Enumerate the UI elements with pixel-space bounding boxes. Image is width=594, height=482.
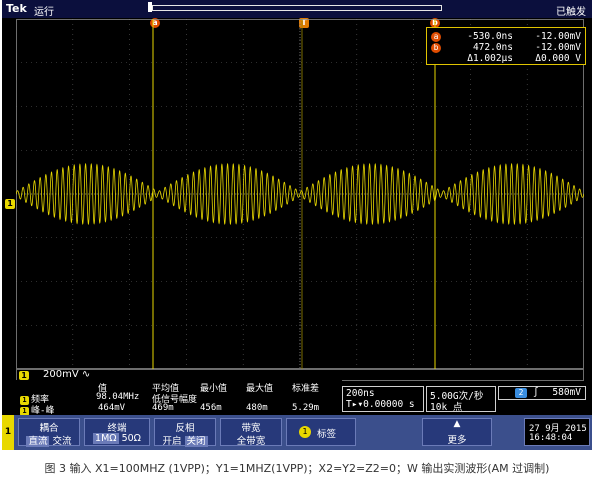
cursor-a-time: -530.0ns	[467, 31, 513, 42]
ch1-badge: 1	[19, 371, 29, 380]
record-view-bar	[152, 5, 442, 11]
invert-button[interactable]: 反相 开启 关闭	[154, 418, 216, 447]
oscilloscope-screen: Tek 运行 已触发 a T b 1 a -530.0ns -12.00mV b…	[2, 0, 592, 450]
cursor-delta-volt: Δ0.000 V	[535, 53, 581, 64]
status-bar: Tek 运行 已触发	[2, 0, 592, 18]
invert-on-option: 开启	[162, 436, 182, 447]
meas-row2-value: 464mV	[98, 403, 126, 413]
meas-header-std: 标准差	[292, 384, 320, 394]
trigger-state: 已触发	[556, 7, 586, 18]
meas-row2-max: 480m	[246, 403, 268, 413]
meas-row1-value: 98.04MHz	[96, 392, 140, 402]
ch1-vertical-scale: 200mV ∿	[43, 369, 91, 380]
record-view-window	[148, 2, 152, 12]
coupling-label: 耦合	[39, 423, 59, 434]
meas-header-max: 最大值	[246, 384, 274, 394]
timebase-readout[interactable]: 200ns T▸▾0.00000 s	[342, 386, 424, 412]
bandwidth-value: 全带宽	[236, 436, 266, 447]
termination-1m-option: 1MΩ	[93, 433, 119, 444]
termination-label: 终端	[107, 423, 127, 434]
meas-row2-std: 5.29m	[292, 403, 320, 413]
cursor-b-badge: b	[431, 42, 441, 53]
ch1-ground-marker[interactable]: 1	[5, 199, 15, 209]
more-button[interactable]: ▲ 更多	[422, 418, 492, 446]
cursor-readout-panel: a -530.0ns -12.00mV b 472.0ns -12.00mV Δ…	[426, 27, 586, 65]
soft-menu-bar: 1 耦合 直流 交流 终端 1MΩ 50Ω 反相 开启 关闭 带宽 全带宽 1 …	[2, 415, 592, 450]
waveform-plot	[16, 19, 584, 369]
run-state: 运行	[34, 7, 54, 18]
more-up-icon: ▲	[453, 419, 461, 429]
meas-row2-mean: 469m	[152, 403, 174, 413]
label-button[interactable]: 1 标签	[286, 418, 356, 446]
timebase-position: T▸▾0.00000 s	[346, 399, 415, 410]
cursor-b-volt: -12.00mV	[535, 42, 581, 53]
timebase-scale: 200ns	[346, 388, 375, 399]
termination-button[interactable]: 终端 1MΩ 50Ω	[84, 418, 150, 446]
trigger-level: 580mV	[552, 387, 581, 398]
acquisition-readout[interactable]: 5.00G次/秒 10k 点	[426, 386, 496, 413]
cursor-b-time: 472.0ns	[472, 42, 513, 53]
coupling-button[interactable]: 耦合 直流 交流	[18, 418, 80, 447]
cursor-delta-time: Δ1.002μs	[467, 53, 513, 64]
record-length: 10k 点	[430, 402, 463, 413]
meas-header-min: 最小值	[200, 384, 228, 394]
brand-logo: Tek	[6, 2, 27, 15]
invert-label: 反相	[175, 423, 195, 434]
time-text: 16:48:04	[529, 433, 573, 443]
trigger-source-badge: 2	[515, 388, 527, 398]
coupling-ac-option: 交流	[52, 436, 72, 447]
more-label: 更多	[447, 435, 467, 446]
cursor-a-volt: -12.00mV	[535, 31, 581, 42]
trigger-readout[interactable]: 2 ∫ 580mV	[498, 386, 586, 400]
measurement-panel: 值 平均值 最小值 最大值 标准差 1 频率 98.04MHz 低信号幅度 1 峰-…	[16, 380, 342, 416]
menu-channel-tab[interactable]: 1	[2, 415, 14, 450]
meas-row2-min: 456m	[200, 403, 222, 413]
figure-caption: 图 3 输入 X1=100MHZ (1VPP)；Y1=1MHZ(1VPP)；X2…	[44, 462, 550, 475]
coupling-dc-option: 直流	[26, 436, 50, 447]
label-button-text: 标签	[317, 429, 337, 440]
bandwidth-label: 带宽	[241, 423, 261, 434]
termination-50-option: 50Ω	[121, 433, 141, 444]
label-ch1-badge: 1	[299, 426, 311, 438]
bandwidth-button[interactable]: 带宽 全带宽	[220, 418, 282, 447]
datetime-panel: 27 9月 2015 16:48:04	[524, 418, 590, 446]
trigger-slope-icon: ∫	[533, 387, 539, 398]
cursor-a-badge: a	[431, 31, 441, 42]
invert-off-option: 关闭	[184, 436, 208, 447]
